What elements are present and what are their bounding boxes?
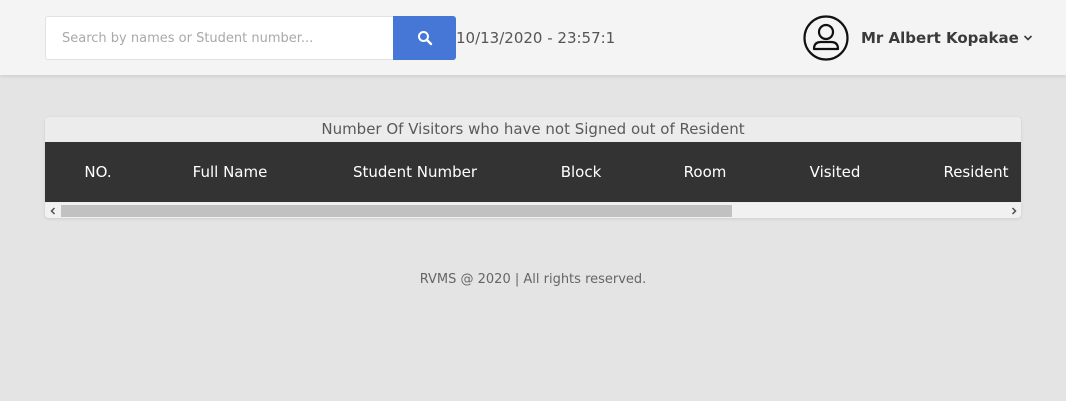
column-header-student-number: Student Number (352, 163, 478, 181)
visitors-table-card: Number Of Visitors who have not Signed o… (45, 117, 1021, 218)
user-menu[interactable]: Mr Albert Kopakae (803, 15, 1033, 61)
table-title: Number Of Visitors who have not Signed o… (321, 120, 745, 138)
current-datetime: 10/13/2020 - 23:57:1 (456, 29, 616, 47)
search-button[interactable] (393, 16, 456, 60)
column-header-no: NO. (84, 163, 112, 181)
scroll-right-arrow[interactable] (1006, 203, 1021, 218)
column-header-visited: Visited (809, 163, 861, 181)
search-icon (417, 31, 432, 46)
search-bar (45, 16, 456, 60)
search-input[interactable] (45, 16, 393, 60)
column-header-room: Room (683, 163, 727, 181)
user-circle-icon (803, 15, 849, 61)
footer-text: RVMS @ 2020 | All rights reserved. (419, 272, 647, 287)
top-bar: 10/13/2020 - 23:57:1 Mr Albert Kopakae (0, 0, 1066, 75)
scrollbar-thumb[interactable] (61, 205, 732, 217)
horizontal-scrollbar[interactable] (45, 203, 1021, 218)
column-header-full-name: Full Name (192, 163, 268, 181)
table-header-row: NO. Full Name Student Number Block Room … (45, 142, 1021, 202)
scroll-left-arrow[interactable] (45, 203, 60, 218)
column-header-block: Block (560, 163, 602, 181)
chevron-down-icon (1023, 35, 1032, 41)
chevron-left-icon (49, 206, 55, 215)
column-header-resident: Resident (943, 163, 1009, 181)
chevron-right-icon (1011, 206, 1017, 215)
user-name: Mr Albert Kopakae (861, 29, 1019, 47)
